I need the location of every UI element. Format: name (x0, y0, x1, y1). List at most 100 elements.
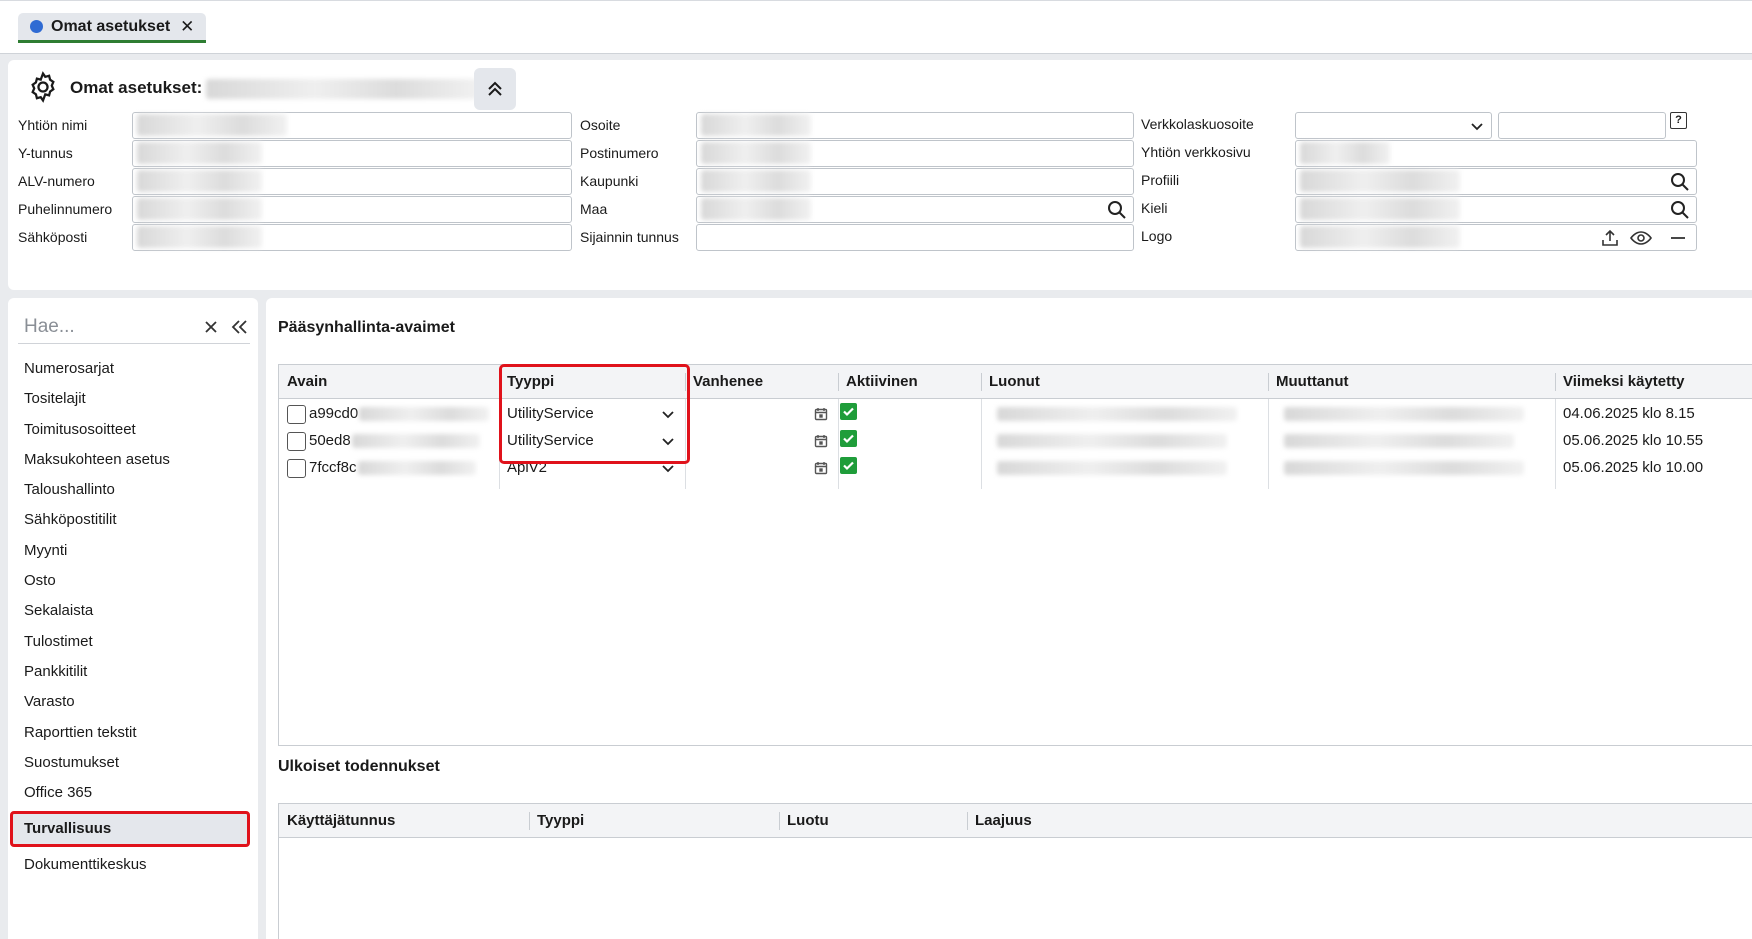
page-title: Omat asetukset: (70, 78, 203, 97)
modified-by-cell (1276, 399, 1546, 429)
company-name-field[interactable] (132, 112, 572, 139)
type-value: UtilityService (507, 405, 594, 422)
country-field[interactable] (696, 196, 1134, 223)
modified-by-cell (1276, 453, 1546, 483)
sidebar-item-tulostimet[interactable]: Tulostimet (14, 627, 254, 657)
active-checkbox[interactable] (840, 403, 857, 420)
remove-icon[interactable] (1668, 228, 1688, 248)
type-value: ApiV2 (507, 459, 548, 476)
close-icon[interactable] (202, 318, 220, 336)
country-label: Maa (580, 201, 608, 217)
sidebar-item-dokumenttikeskus[interactable]: Dokumenttikeskus (14, 850, 254, 880)
email-field[interactable] (132, 224, 572, 251)
expires-cell[interactable] (685, 426, 838, 456)
vat-number-field[interactable] (132, 168, 572, 195)
type-select[interactable]: UtilityService (499, 426, 685, 456)
gear-icon (31, 71, 55, 103)
column-header-username[interactable]: Käyttäjätunnus (279, 804, 529, 837)
address-field[interactable] (696, 112, 1134, 139)
column-header-created-by[interactable]: Luonut (981, 365, 1268, 398)
sidebar-item-turvallisuus[interactable]: Turvallisuus (10, 811, 250, 848)
column-header-scope[interactable]: Laajuus (967, 804, 1267, 837)
sidebar-item-myynti[interactable]: Myynti (14, 536, 254, 566)
calendar-icon[interactable] (814, 461, 828, 475)
sidebar-item-office-365[interactable]: Office 365 (14, 778, 254, 808)
column-header-type[interactable]: Tyyppi (499, 365, 685, 398)
sidebar-search[interactable]: Hae... (18, 310, 250, 344)
sidebar-item-pankkitilit[interactable]: Pankkitilit (14, 657, 254, 687)
sidebar-item-varasto[interactable]: Varasto (14, 687, 254, 717)
einvoice-address-field[interactable] (1498, 112, 1666, 139)
table-row[interactable]: 50ed8 UtilityService 05.06.2025 klo 10.55 (279, 426, 1752, 456)
sidebar-item-numerosarjat[interactable]: Numerosarjat (14, 354, 254, 384)
chevron-down-icon (662, 411, 674, 419)
business-id-field[interactable] (132, 140, 572, 167)
sidebar-item-maksukohteen-asetus[interactable]: Maksukohteen asetus (14, 445, 254, 475)
language-field[interactable] (1295, 196, 1697, 223)
sidebar-item-sähköpostitilit[interactable]: Sähköpostitilit (14, 505, 254, 535)
tab-status-dot (30, 20, 43, 33)
expires-cell[interactable] (685, 453, 838, 483)
key-prefix: 7fccf8c (309, 459, 357, 476)
close-icon[interactable]: ✕ (180, 17, 194, 37)
tab-label: Omat asetukset (51, 17, 171, 35)
sidebar-item-toimitusosoitteet[interactable]: Toimitusosoitteet (14, 415, 254, 445)
column-header-active[interactable]: Aktiivinen (838, 365, 981, 398)
sidebar-item-suostumukset[interactable]: Suostumukset (14, 748, 254, 778)
type-select[interactable]: ApiV2 (499, 453, 685, 483)
active-checkbox[interactable] (840, 430, 857, 447)
column-header-type[interactable]: Tyyppi (529, 804, 779, 837)
profile-label: Profiili (1141, 172, 1180, 188)
external-auth-grid: Käyttäjätunnus Tyyppi Luotu Laajuus (278, 803, 1752, 939)
website-field[interactable] (1295, 140, 1697, 167)
sidebar-item-osto[interactable]: Osto (14, 566, 254, 596)
expires-cell[interactable] (685, 399, 838, 429)
chevron-down-icon (662, 438, 674, 446)
postal-code-field[interactable] (696, 140, 1134, 167)
last-used-cell: 05.06.2025 klo 10.00 (1563, 459, 1704, 476)
column-header-key[interactable]: Avain (279, 365, 499, 398)
chevron-double-left-icon[interactable] (230, 318, 250, 336)
address-label: Osoite (580, 117, 621, 133)
column-header-last-used[interactable]: Viimeksi käytetty (1555, 365, 1752, 398)
column-header-expires[interactable]: Vanhenee (685, 365, 838, 398)
search-placeholder: Hae... (24, 316, 75, 337)
column-header-created[interactable]: Luotu (779, 804, 967, 837)
help-icon[interactable]: ? (1670, 112, 1687, 129)
tab-omat-asetukset[interactable]: Omat asetukset ✕ (18, 13, 207, 43)
search-icon[interactable] (1670, 200, 1690, 220)
table-row[interactable]: a99cd0 UtilityService 04.06.2025 klo 8.15 (279, 399, 1752, 429)
key-redacted (359, 407, 490, 422)
table-row[interactable]: 7fccf8c ApiV2 05.06.2025 klo 10.00 (279, 453, 1752, 483)
sidebar-item-taloushallinto[interactable]: Taloushallinto (14, 475, 254, 505)
city-field[interactable] (696, 168, 1134, 195)
location-id-label: Sijainnin tunnus (580, 229, 679, 245)
search-icon[interactable] (1670, 172, 1690, 192)
created-by-cell (989, 426, 1259, 456)
created-by-cell (989, 399, 1259, 429)
tab-bar: Omat asetukset ✕ (0, 0, 1752, 54)
collapse-header-button[interactable] (474, 68, 516, 110)
external-auth-title: Ulkoiset todennukset (278, 758, 440, 775)
search-icon[interactable] (1107, 200, 1127, 220)
eye-icon[interactable] (1630, 228, 1652, 248)
sidebar-item-tositelajit[interactable]: Tositelajit (14, 384, 254, 414)
type-select[interactable]: UtilityService (499, 399, 685, 429)
sidebar-item-sekalaista[interactable]: Sekalaista (14, 596, 254, 626)
chevron-down-icon (662, 465, 674, 473)
active-checkbox[interactable] (840, 457, 857, 474)
calendar-icon[interactable] (814, 434, 828, 448)
column-header-modified-by[interactable]: Muuttanut (1268, 365, 1555, 398)
logo-field[interactable] (1295, 224, 1697, 251)
language-label: Kieli (1141, 200, 1168, 216)
location-id-field[interactable] (696, 224, 1134, 251)
calendar-icon[interactable] (814, 407, 828, 421)
grid-header: Käyttäjätunnus Tyyppi Luotu Laajuus (279, 804, 1752, 838)
upload-icon[interactable] (1600, 228, 1620, 248)
einvoice-operator-select[interactable] (1295, 112, 1492, 139)
grid-header: Avain Tyyppi Vanhenee Aktiivinen Luonut … (279, 365, 1752, 399)
company-name-redacted (206, 79, 478, 99)
profile-field[interactable] (1295, 168, 1697, 195)
phone-field[interactable] (132, 196, 572, 223)
sidebar-item-raporttien-tekstit[interactable]: Raporttien tekstit (14, 718, 254, 748)
